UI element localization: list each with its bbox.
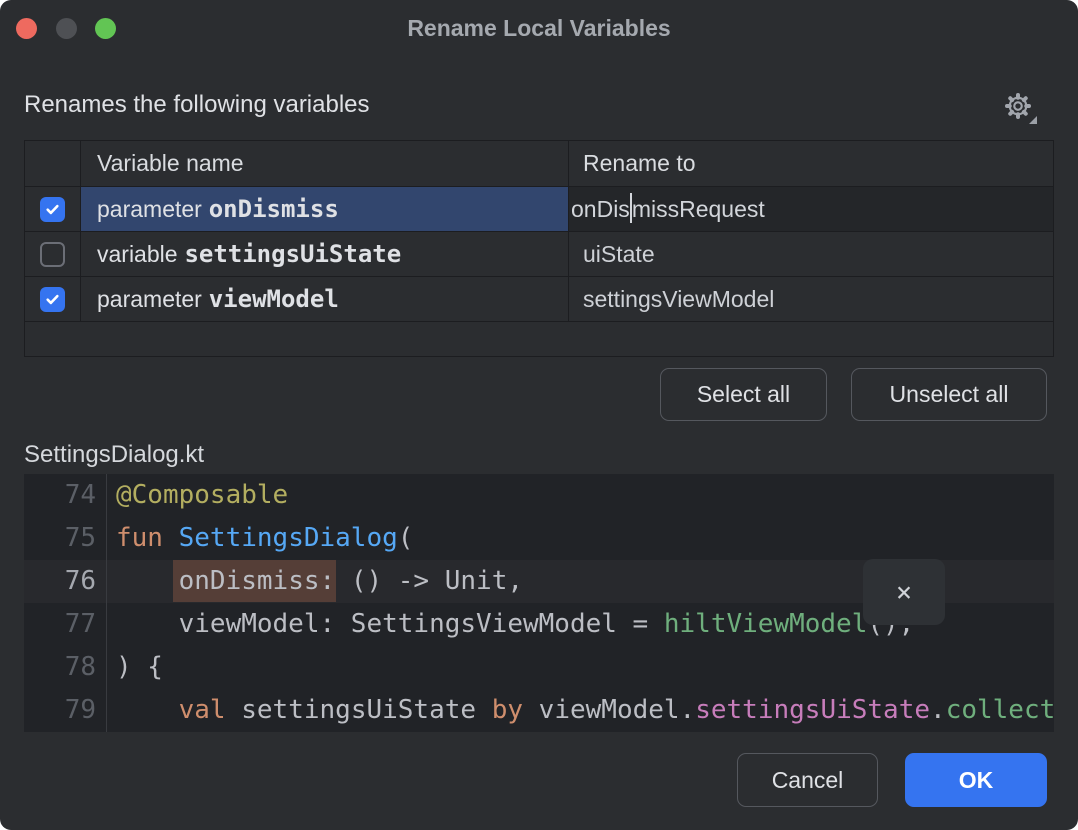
code-token: ) { <box>116 652 163 682</box>
rename-to-cell[interactable]: onDismissRequest <box>569 187 1053 231</box>
row-checkbox[interactable] <box>40 242 65 267</box>
checkmark-icon <box>45 292 60 307</box>
window-title: Rename Local Variables <box>0 15 1078 42</box>
ok-button[interactable]: OK <box>905 753 1047 807</box>
code-token: fun <box>116 523 179 553</box>
rename-table: Variable name Rename to parameter onDismi… <box>24 140 1054 357</box>
variable-kind-label: parameter <box>97 286 202 313</box>
code-token: ( <box>398 523 414 553</box>
variable-name-cell[interactable]: variablesettingsUiState <box>81 232 569 276</box>
code-token: val <box>179 695 242 725</box>
settings-gear-button[interactable] <box>997 88 1041 130</box>
checkbox-cell <box>25 187 81 231</box>
row-checkbox[interactable] <box>40 287 65 312</box>
row-checkbox[interactable] <box>40 197 65 222</box>
rename-value-before-caret: onDis <box>571 196 630 223</box>
code-token <box>116 566 179 596</box>
dropdown-triangle-icon <box>1029 116 1037 124</box>
code-token: @Composable <box>116 480 288 510</box>
select-all-button[interactable]: Select all <box>660 368 827 421</box>
code-token: hiltViewModel <box>664 609 868 639</box>
code-text: ) { <box>106 646 163 689</box>
code-text: fun SettingsDialog( <box>106 517 413 560</box>
code-token: settingsUiState <box>695 695 930 725</box>
code-token: : () -> Unit, <box>320 566 524 596</box>
rename-table-body: parameteronDismissonDismissRequestvariab… <box>25 187 1053 322</box>
code-token <box>116 695 179 725</box>
code-token: settingsUiState <box>241 695 491 725</box>
code-text: viewModel: SettingsViewModel = hiltViewM… <box>106 603 914 646</box>
code-token: by <box>492 695 539 725</box>
line-number: 74 <box>24 474 106 517</box>
code-text: val settingsUiState by viewModel.setting… <box>106 689 1054 732</box>
unselect-all-button[interactable]: Unselect all <box>851 368 1047 421</box>
code-token: SettingsDialog <box>179 523 398 553</box>
cancel-button[interactable]: Cancel <box>737 753 878 807</box>
preview-close-button[interactable]: × <box>863 559 945 625</box>
table-header-row: Variable name Rename to <box>25 141 1053 187</box>
variable-name: onDismiss <box>209 195 339 223</box>
rename-value: settingsViewModel <box>583 286 774 313</box>
code-token: . <box>930 695 946 725</box>
variable-name-cell[interactable]: parameter viewModel <box>81 277 569 321</box>
line-number: 78 <box>24 646 106 689</box>
table-row: parameter viewModel settingsViewModel <box>25 277 1053 322</box>
rename-value-after-caret: missRequest <box>632 196 765 223</box>
code-text: @Composable <box>106 474 288 517</box>
variable-kind-label: parameter <box>97 196 202 223</box>
line-number: 79 <box>24 689 106 732</box>
code-line: 75fun SettingsDialog( <box>24 517 1054 560</box>
checkmark-icon <box>45 202 60 217</box>
code-token: viewModel: SettingsViewModel = <box>116 609 664 639</box>
code-token: viewModel. <box>539 695 696 725</box>
code-text: onDismiss: () -> Unit, <box>106 560 523 603</box>
line-number: 77 <box>24 603 106 646</box>
line-number: 75 <box>24 517 106 560</box>
column-header-checkbox <box>25 141 81 186</box>
column-header-rename-to: Rename to <box>569 141 1053 186</box>
table-row: variablesettingsUiState uiState <box>25 232 1053 277</box>
rename-to-cell[interactable]: uiState <box>569 232 1053 276</box>
close-icon: × <box>896 577 912 608</box>
variable-name: viewModel <box>209 285 339 313</box>
checkbox-cell <box>25 277 81 321</box>
gutter-divider <box>106 474 107 732</box>
variable-kind-label: variable <box>97 241 178 268</box>
titlebar: Rename Local Variables <box>0 0 1078 56</box>
variable-name: settingsUiState <box>184 240 401 268</box>
table-row: parameter onDismiss onDismissRequest <box>25 187 1053 232</box>
code-preview: 74@Composable75fun SettingsDialog(76 onD… <box>24 474 1054 732</box>
rename-target-highlight: onDismiss <box>173 560 336 602</box>
renames-label: Renames the following variables <box>24 91 370 119</box>
variable-name-cell[interactable]: parameter onDismiss <box>81 187 569 231</box>
checkbox-cell <box>25 232 81 276</box>
code-line: 79 val settingsUiState by viewModel.sett… <box>24 689 1054 732</box>
preview-file-label: SettingsDialog.kt <box>24 441 204 469</box>
code-line: 78 ) { <box>24 646 1054 689</box>
rename-dialog-window: Rename Local Variables Renames the follo… <box>0 0 1078 830</box>
column-header-variable-name: Variable name <box>81 141 569 186</box>
rename-to-cell[interactable]: settingsViewModel <box>569 277 1053 321</box>
rename-value: uiState <box>583 241 655 268</box>
line-number: 76 <box>24 560 106 603</box>
code-line: 74 @Composable <box>24 474 1054 517</box>
code-token: collectA <box>946 695 1054 725</box>
